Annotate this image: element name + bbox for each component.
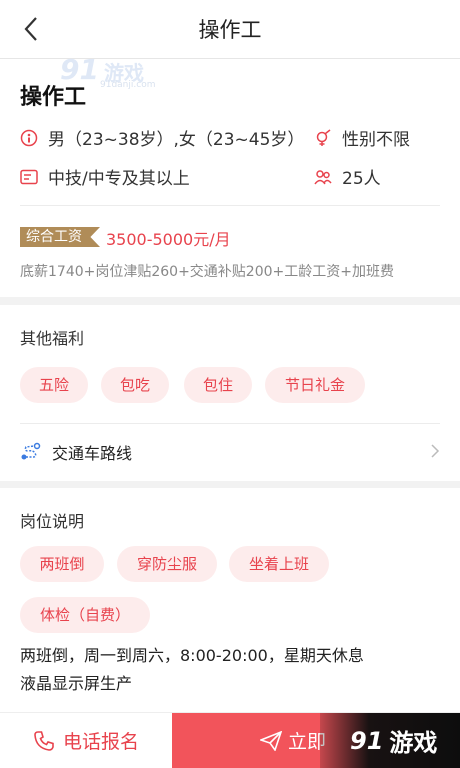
education-text: 中技/中专及其以上 bbox=[48, 169, 190, 189]
route-icon bbox=[21, 442, 41, 460]
apply-now-content: 立即 bbox=[260, 713, 326, 768]
apply-now-button[interactable]: 立即 91 游戏 bbox=[172, 713, 460, 768]
gender-icon bbox=[316, 128, 331, 146]
people-icon bbox=[314, 169, 332, 184]
position-tag: 两班倒 bbox=[20, 546, 104, 582]
logo-brand: 91 bbox=[350, 726, 384, 755]
position-title: 岗位说明 bbox=[20, 512, 85, 531]
chevron-right-icon bbox=[431, 444, 440, 458]
gender-text: 性别不限 bbox=[342, 130, 410, 150]
headcount-row: 25人 bbox=[314, 164, 381, 189]
benefits-card: 其他福利 五险 包吃 包住 节日礼金 交通车路线 bbox=[0, 305, 460, 481]
page-title: 操作工 bbox=[198, 18, 262, 42]
salary-range: 3500-5000元/月 bbox=[106, 230, 231, 249]
position-tag: 坐着上班 bbox=[229, 546, 329, 582]
position-tag: 穿防尘服 bbox=[117, 546, 217, 582]
benefit-tag: 包住 bbox=[184, 367, 252, 403]
headcount-text: 25人 bbox=[342, 169, 381, 189]
salary-detail: 底薪1740+岗位津贴260+交通补贴200+工龄工资+加班费 bbox=[20, 264, 394, 280]
job-info-card: 91 游戏 91danji.com 操作工 男（23~38岁）,女（23~45岁… bbox=[0, 53, 460, 297]
divider bbox=[20, 205, 440, 206]
position-tag: 体检（自费） bbox=[20, 597, 150, 633]
gender-row: 性别不限 bbox=[314, 125, 410, 150]
bus-route-label: 交通车路线 bbox=[52, 444, 133, 463]
salary-badge: 综合工资 bbox=[20, 227, 100, 247]
benefit-tag: 节日礼金 bbox=[265, 367, 365, 403]
watermark-url: 91danji.com bbox=[100, 80, 156, 90]
age-requirement-text: 男（23~38岁）,女（23~45岁） bbox=[48, 130, 305, 150]
divider bbox=[20, 423, 440, 424]
benefit-tag: 五险 bbox=[20, 367, 88, 403]
bus-route-link[interactable]: 交通车路线 bbox=[20, 437, 440, 467]
phone-icon bbox=[34, 730, 54, 751]
phone-apply-button[interactable]: 电话报名 bbox=[0, 713, 172, 768]
phone-apply-label: 电话报名 bbox=[62, 731, 139, 753]
education-row: 中技/中专及其以上 bbox=[20, 164, 190, 189]
benefits-title: 其他福利 bbox=[20, 329, 85, 348]
position-desc-line: 液晶显示屏生产 bbox=[20, 674, 133, 693]
position-card: 岗位说明 两班倒 穿防尘服 坐着上班 体检（自费） 两班倒，周一到周六，8:00… bbox=[0, 488, 460, 712]
send-icon bbox=[260, 730, 282, 751]
benefit-tag: 包吃 bbox=[101, 367, 169, 403]
job-title: 操作工 bbox=[20, 85, 87, 110]
person-info-icon bbox=[20, 129, 38, 146]
age-requirement-row: 男（23~38岁）,女（23~45岁） bbox=[20, 125, 304, 150]
position-desc-line: 两班倒，周一到周六，8:00-20:00，星期天休息 bbox=[20, 646, 364, 665]
logo-name: 游戏 bbox=[389, 729, 438, 757]
top-nav-bar: 操作工 bbox=[0, 0, 460, 59]
bottom-action-bar: 电话报名 立即 91 游戏 bbox=[0, 712, 460, 768]
brand-logo: 91 游戏 bbox=[350, 723, 437, 758]
id-card-icon bbox=[20, 169, 38, 184]
